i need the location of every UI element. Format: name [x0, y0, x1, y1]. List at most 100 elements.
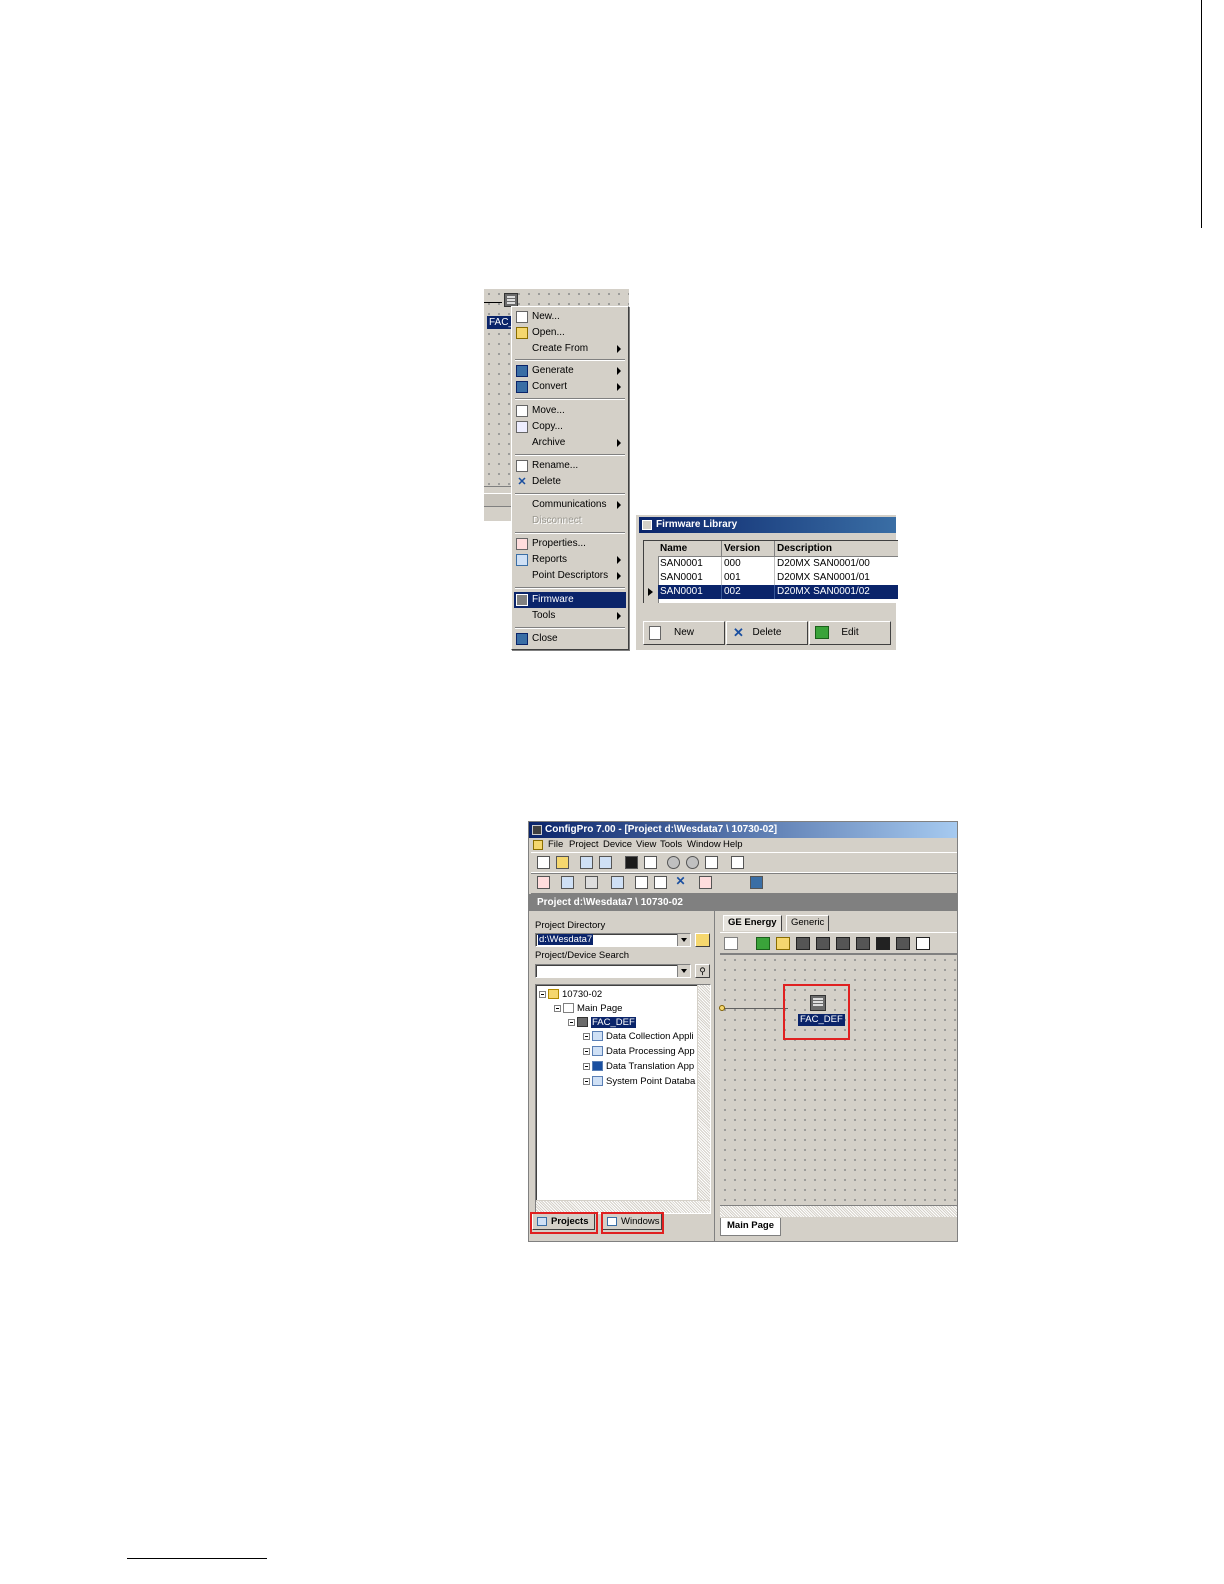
menu-project[interactable]: Project — [569, 838, 599, 852]
column-header-name[interactable]: Name — [658, 541, 722, 556]
menu-item-open[interactable]: Open... — [514, 325, 626, 341]
terminal-icon[interactable] — [625, 856, 638, 869]
pointer-icon[interactable] — [724, 937, 738, 950]
connection-tool-icon[interactable] — [756, 937, 770, 950]
new-button[interactable]: New — [643, 621, 725, 645]
project-search-combo[interactable] — [535, 964, 691, 978]
copy-icon[interactable] — [635, 876, 648, 889]
menu-item-move[interactable]: Move... — [514, 403, 626, 419]
menu-item-rename[interactable]: Rename... — [514, 458, 626, 474]
horizontal-scrollbar[interactable] — [720, 1205, 957, 1217]
edit-button[interactable]: Edit — [809, 621, 891, 645]
archive-icon[interactable] — [611, 876, 624, 889]
menu-item-properties[interactable]: Properties... — [514, 536, 626, 552]
menu-item-delete[interactable]: ✕ Delete — [514, 474, 626, 490]
help-document-icon[interactable] — [731, 856, 744, 869]
generate-icon[interactable] — [580, 856, 593, 869]
print-icon[interactable] — [705, 856, 718, 869]
menu-item-point-descriptors[interactable]: Point Descriptors — [514, 568, 626, 584]
vertical-scrollbar[interactable] — [697, 985, 710, 1213]
device-type-icon[interactable] — [876, 937, 890, 950]
device-tool-icon[interactable] — [776, 937, 790, 950]
device-type-icon[interactable] — [816, 937, 830, 950]
menu-file[interactable]: File — [548, 838, 563, 852]
connect-icon[interactable] — [667, 856, 680, 869]
menu-item-create-from[interactable]: Create From — [514, 341, 626, 357]
menu-item-close[interactable]: Close — [514, 631, 626, 647]
project-directory-label: Project Directory — [535, 920, 606, 931]
menu-item-generate[interactable]: Generate — [514, 363, 626, 379]
convert-icon[interactable] — [599, 856, 612, 869]
tab-ge-energy[interactable]: GE Energy — [723, 915, 782, 931]
connection-node-icon[interactable] — [719, 1005, 725, 1011]
menu-window[interactable]: Window — [687, 838, 721, 852]
tree-item-main-page[interactable]: Main Page — [554, 1002, 622, 1016]
menu-item-convert[interactable]: Convert — [514, 379, 626, 395]
menu-item-archive[interactable]: Archive — [514, 435, 626, 451]
expand-icon[interactable] — [583, 1077, 590, 1085]
project-directory-combo[interactable]: d:\Wesdata7 — [535, 933, 691, 947]
menu-device[interactable]: Device — [603, 838, 632, 852]
menu-item-reports[interactable]: Reports — [514, 552, 626, 568]
properties-icon[interactable] — [537, 876, 550, 889]
cell-version: 001 — [722, 571, 775, 585]
tree-item-project[interactable]: 10730-02 — [539, 988, 602, 1002]
disconnect-icon[interactable] — [686, 856, 699, 869]
collapse-icon[interactable] — [539, 990, 546, 998]
tree-item-data-processing[interactable]: Data Processing App — [583, 1045, 695, 1059]
paste-icon[interactable] — [654, 876, 667, 889]
tree-item-device[interactable]: FAC_DEF — [568, 1016, 636, 1030]
table-row[interactable]: SAN0001 000 D20MX SAN0001/00 — [658, 557, 898, 571]
column-header-description[interactable]: Description — [775, 541, 898, 556]
menu-item-new[interactable]: New... — [514, 309, 626, 325]
delete-button[interactable]: ✕ Delete — [726, 621, 808, 645]
firmware-library-title[interactable]: Firmware Library — [639, 517, 896, 533]
device-type-icon[interactable] — [836, 937, 850, 950]
report-icon[interactable] — [644, 856, 657, 869]
expand-icon[interactable] — [583, 1062, 590, 1070]
new-icon[interactable] — [537, 856, 550, 869]
menu-help[interactable]: Help — [723, 838, 743, 852]
window-title-bar[interactable]: ConfigPro 7.00 - [Project d:\Wesdata7 \ … — [529, 822, 957, 838]
browse-folder-button[interactable] — [695, 933, 710, 947]
device-icon[interactable] — [504, 293, 518, 307]
chevron-down-icon[interactable] — [677, 965, 690, 977]
column-header-version[interactable]: Version — [722, 541, 775, 556]
device-type-icon[interactable] — [796, 937, 810, 950]
close-icon[interactable] — [750, 876, 763, 889]
cell-version: 002 — [722, 585, 775, 599]
move-icon[interactable] — [561, 876, 574, 889]
open-icon[interactable] — [556, 856, 569, 869]
collapse-icon[interactable] — [554, 1004, 561, 1012]
device-type-icon[interactable] — [896, 937, 910, 950]
table-row[interactable]: SAN0001 001 D20MX SAN0001/01 — [658, 571, 898, 585]
device-type-icon[interactable] — [856, 937, 870, 950]
expand-icon[interactable] — [583, 1047, 590, 1055]
menu-view[interactable]: View — [636, 838, 656, 852]
firmware-icon[interactable] — [585, 876, 598, 889]
table-row-selected[interactable]: SAN0001 002 D20MX SAN0001/02 — [658, 585, 898, 599]
cell-description: D20MX SAN0001/02 — [777, 586, 870, 597]
design-canvas[interactable]: FAC_DEF — [719, 954, 957, 1217]
firmware-button-bar: New ✕ Delete Edit — [643, 621, 897, 645]
search-button[interactable]: ⚲ — [695, 964, 710, 978]
point-descriptor-icon[interactable] — [699, 876, 712, 889]
tab-generic[interactable]: Generic — [786, 915, 830, 931]
chevron-down-icon[interactable] — [677, 934, 690, 946]
delete-x-icon[interactable]: ✕ — [674, 875, 687, 889]
menu-item-firmware[interactable]: Firmware — [514, 592, 626, 608]
menu-tools[interactable]: Tools — [660, 838, 682, 852]
device-type-icon[interactable] — [916, 937, 930, 950]
edit-icon — [815, 626, 829, 639]
tree-item-system-point-database[interactable]: System Point Databa — [583, 1075, 695, 1089]
menu-item-communications[interactable]: Communications — [514, 497, 626, 513]
collapse-icon[interactable] — [568, 1018, 575, 1026]
menu-item-copy[interactable]: Copy... — [514, 419, 626, 435]
menu-item-tools[interactable]: Tools — [514, 608, 626, 624]
tree-item-data-collection[interactable]: Data Collection Appli — [583, 1030, 694, 1044]
firmware-window-icon — [642, 520, 652, 530]
expand-icon[interactable] — [583, 1032, 590, 1040]
convert-icon — [516, 381, 528, 393]
tab-main-page[interactable]: Main Page — [720, 1218, 781, 1236]
tree-item-data-translation[interactable]: Data Translation App — [583, 1060, 694, 1074]
